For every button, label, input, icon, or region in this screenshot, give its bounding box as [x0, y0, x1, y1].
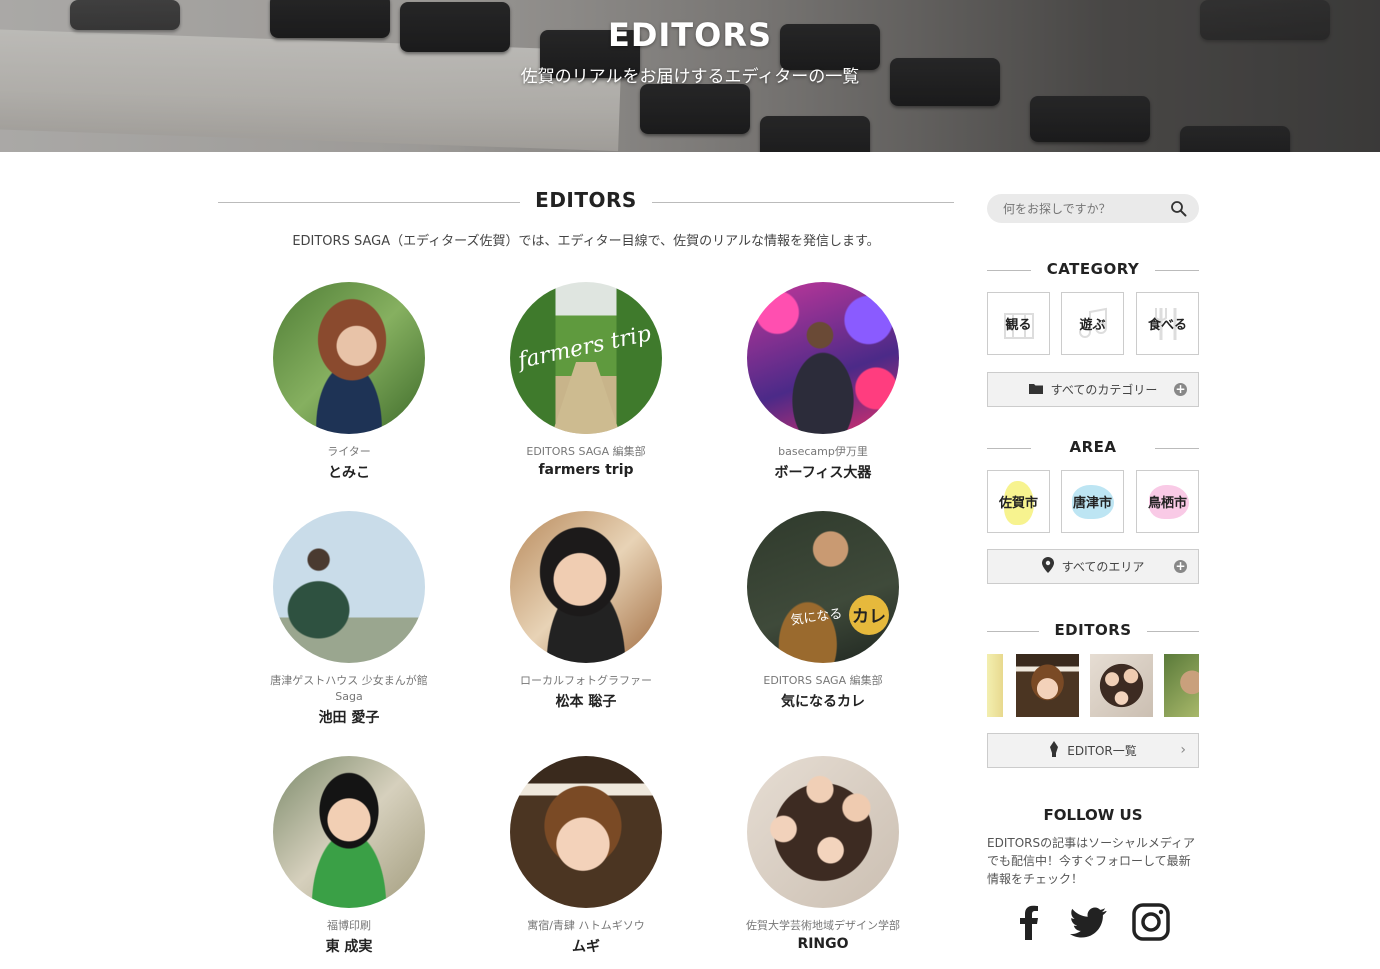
follow-us-text: EDITORSの記事はソーシャルメディアでも配信中！今すぐフォローして最新情報を…: [987, 836, 1196, 886]
editor-card[interactable]: カレ 気になる EDITORS SAGA 編集部 気になるカレ: [723, 511, 923, 711]
editor-card[interactable]: ローカルフォトグラファー 松本 聡子: [486, 511, 686, 711]
editor-name[interactable]: 東 成実: [249, 936, 449, 956]
category-tile-eat[interactable]: 食べる: [1136, 292, 1199, 355]
all-categories-button[interactable]: すべてのカテゴリー +: [987, 372, 1199, 407]
editor-avatar[interactable]: [273, 756, 425, 908]
editor-name[interactable]: 気になるカレ: [723, 691, 923, 711]
editor-card[interactable]: 佐賀大学芸術地域デザイン学部 RINGO: [723, 756, 923, 952]
editor-role: 寓宿/青肆 ハトムギソウ: [527, 919, 645, 932]
svg-text:カレ: カレ: [852, 607, 886, 627]
hero-subtitle: 佐賀のリアルをお届けするエディターの一覧: [520, 67, 860, 87]
svg-text:気になる: 気になる: [790, 605, 844, 628]
editor-thumbnail[interactable]: [987, 654, 1003, 717]
category-tile-see[interactable]: 観る: [987, 292, 1050, 355]
facebook-icon[interactable]: [1009, 902, 1049, 942]
instagram-icon[interactable]: [1131, 902, 1171, 942]
editor-name[interactable]: 池田 愛子: [249, 707, 449, 727]
search-icon[interactable]: [1170, 200, 1187, 217]
hero-title: EDITORS: [607, 16, 773, 54]
category-heading: CATEGORY: [987, 260, 1199, 280]
pen-nib-icon: [1049, 741, 1059, 760]
editor-role: ライター: [327, 445, 371, 458]
curry-sign: カレ 気になる: [790, 595, 889, 635]
editor-card[interactable]: 唐津ゲストハウス 少女まんが館 Saga 池田 愛子: [249, 511, 449, 727]
area-tile-tosu[interactable]: 鳥栖市: [1136, 470, 1199, 533]
editor-avatar[interactable]: [510, 756, 662, 908]
farmers-trip-path: farmers trip: [514, 321, 653, 434]
section-intro: EDITORS SAGA（エディターズ佐賀）では、エディター目線で、佐賀のリアル…: [292, 234, 880, 249]
all-areas-button[interactable]: すべてのエリア +: [987, 549, 1199, 584]
editor-avatar[interactable]: [510, 511, 662, 663]
editor-role: 佐賀大学芸術地域デザイン学部: [746, 919, 900, 932]
editor-avatar[interactable]: [273, 282, 425, 434]
section-title: EDITORS: [535, 188, 637, 212]
twitter-icon[interactable]: [1068, 902, 1108, 942]
editor-role: 唐津ゲストハウス 少女まんが館 Saga: [270, 674, 428, 703]
area-tile-saga[interactable]: 佐賀市: [987, 470, 1050, 533]
editor-card[interactable]: 福博印刷 東 成実: [249, 756, 449, 956]
editor-card[interactable]: 寓宿/青肆 ハトムギソウ ムギ: [486, 756, 686, 956]
plus-circle-icon: +: [1174, 559, 1187, 573]
editor-card[interactable]: farmers trip EDITORS SAGA 編集部 farmers tr…: [486, 282, 686, 478]
search-box[interactable]: [987, 194, 1199, 223]
editor-avatar[interactable]: カレ 気になる: [747, 511, 899, 663]
editor-avatar[interactable]: [273, 511, 425, 663]
sidebar-editors-heading: EDITORS: [987, 621, 1199, 641]
folder-icon: [1028, 383, 1043, 397]
editors-section-heading: EDITORS: [218, 188, 954, 218]
editor-thumbnail[interactable]: [1090, 654, 1153, 717]
map-pin-icon: [1041, 557, 1054, 576]
editor-card[interactable]: ライター とみこ: [249, 282, 449, 482]
editor-name[interactable]: RINGO: [723, 936, 923, 952]
editor-name[interactable]: ボーフィス大器: [723, 462, 923, 482]
hero-banner: EDITORS 佐賀のリアルをお届けするエディターの一覧: [0, 0, 1380, 152]
area-heading: AREA: [987, 438, 1199, 458]
editor-list-button[interactable]: EDITOR一覧 ›: [987, 733, 1199, 768]
editor-name[interactable]: farmers trip: [486, 462, 686, 478]
editor-thumbnail[interactable]: [1016, 654, 1079, 717]
editor-avatar[interactable]: farmers trip: [510, 282, 662, 434]
editor-role: EDITORS SAGA 編集部: [763, 674, 883, 687]
chevron-right-icon: ›: [1180, 742, 1186, 758]
editor-role: 福博印刷: [327, 919, 371, 932]
area-tile-karatsu[interactable]: 唐津市: [1061, 470, 1124, 533]
editor-role: EDITORS SAGA 編集部: [526, 445, 646, 458]
editor-role: basecamp伊万里: [778, 445, 868, 458]
editor-avatar[interactable]: [747, 282, 899, 434]
category-tile-play[interactable]: 遊ぶ: [1061, 292, 1124, 355]
plus-circle-icon: +: [1174, 382, 1187, 396]
editor-name[interactable]: とみこ: [249, 462, 449, 482]
follow-us-title: FOLLOW US: [1043, 806, 1143, 824]
editor-card[interactable]: basecamp伊万里 ボーフィス大器: [723, 282, 923, 482]
editor-name[interactable]: 松本 聡子: [486, 691, 686, 711]
search-input[interactable]: [1003, 201, 1163, 216]
editor-avatar[interactable]: [747, 756, 899, 908]
editor-role: ローカルフォトグラファー: [520, 674, 652, 687]
editor-name[interactable]: ムギ: [486, 936, 686, 956]
editor-thumbnail[interactable]: [1164, 654, 1199, 717]
